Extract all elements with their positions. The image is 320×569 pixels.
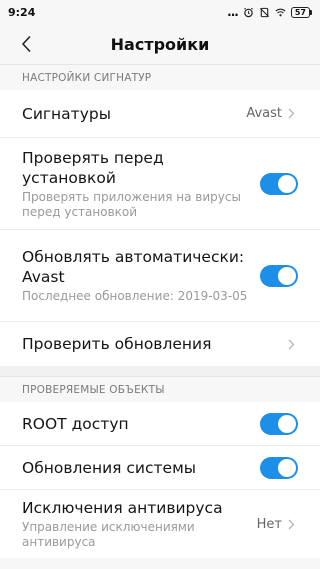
system-updates-toggle[interactable] — [260, 456, 298, 479]
row-scan-before-install-title: Проверять перед установкой — [22, 148, 164, 187]
status-icons: ... 57 — [227, 5, 313, 19]
row-scan-before-install-subtitle: Проверять приложения на вирусы перед уст… — [22, 189, 241, 219]
page-title: Настройки — [110, 34, 210, 54]
sim-off-icon — [259, 7, 269, 17]
root-access-toggle[interactable] — [260, 412, 298, 435]
row-scan-before-install[interactable]: Проверять перед установкой Проверять при… — [0, 138, 320, 230]
section-gap — [0, 366, 320, 376]
row-root-access[interactable]: ROOT доступ — [0, 402, 320, 446]
row-system-updates-title: Обновления системы — [22, 458, 197, 477]
alarm-icon — [243, 7, 253, 17]
section-header-scanned-objects: ПРОВЕРЯЕМЫЕ ОБЪЕКТЫ — [0, 376, 320, 402]
status-bar: 9:24 ... 57 — [0, 0, 320, 24]
chevron-right-icon — [288, 518, 298, 530]
row-signatures[interactable]: Сигнатуры Avast — [0, 90, 320, 138]
row-exclusions[interactable]: Исключения антивируса Управление исключе… — [0, 490, 320, 558]
notification-dots: ... — [227, 5, 239, 19]
row-exclusions-title: Исключения антивируса — [22, 499, 223, 517]
chevron-right-icon — [288, 108, 298, 120]
auto-update-toggle[interactable] — [260, 264, 298, 287]
row-auto-update-subtitle: Последнее обновление: 2019-03-05 — [22, 289, 248, 303]
chevron-right-icon — [288, 338, 298, 350]
group-scanned-objects: ROOT доступ Обновления системы Исключени… — [0, 402, 320, 558]
row-root-access-title: ROOT доступ — [22, 414, 129, 433]
group-signatures: Сигнатуры Avast Проверять перед установк… — [0, 90, 320, 366]
row-auto-update-title: Обновлять автоматически: Avast — [22, 248, 245, 286]
row-check-updates-title: Проверить обновления — [22, 335, 212, 353]
top-bar: Настройки — [0, 24, 320, 64]
row-check-updates[interactable]: Проверить обновления — [0, 322, 320, 366]
status-time: 9:24 — [8, 5, 36, 19]
row-system-updates[interactable]: Обновления системы — [0, 446, 320, 490]
row-signatures-value: Avast — [246, 106, 282, 121]
scan-before-install-toggle[interactable] — [260, 172, 298, 195]
section-header-signatures: НАСТРОЙКИ СИГНАТУР — [0, 64, 320, 90]
back-button[interactable] — [16, 34, 36, 54]
row-exclusions-value: Нет — [256, 516, 282, 532]
row-signatures-title: Сигнатуры — [22, 104, 111, 123]
chevron-left-icon — [22, 36, 31, 52]
row-exclusions-subtitle: Управление исключениями антивируса — [22, 520, 195, 549]
wifi-icon — [275, 8, 286, 16]
row-auto-update[interactable]: Обновлять автоматически: Avast Последнее… — [0, 230, 320, 322]
battery-indicator: 57 — [290, 6, 313, 18]
